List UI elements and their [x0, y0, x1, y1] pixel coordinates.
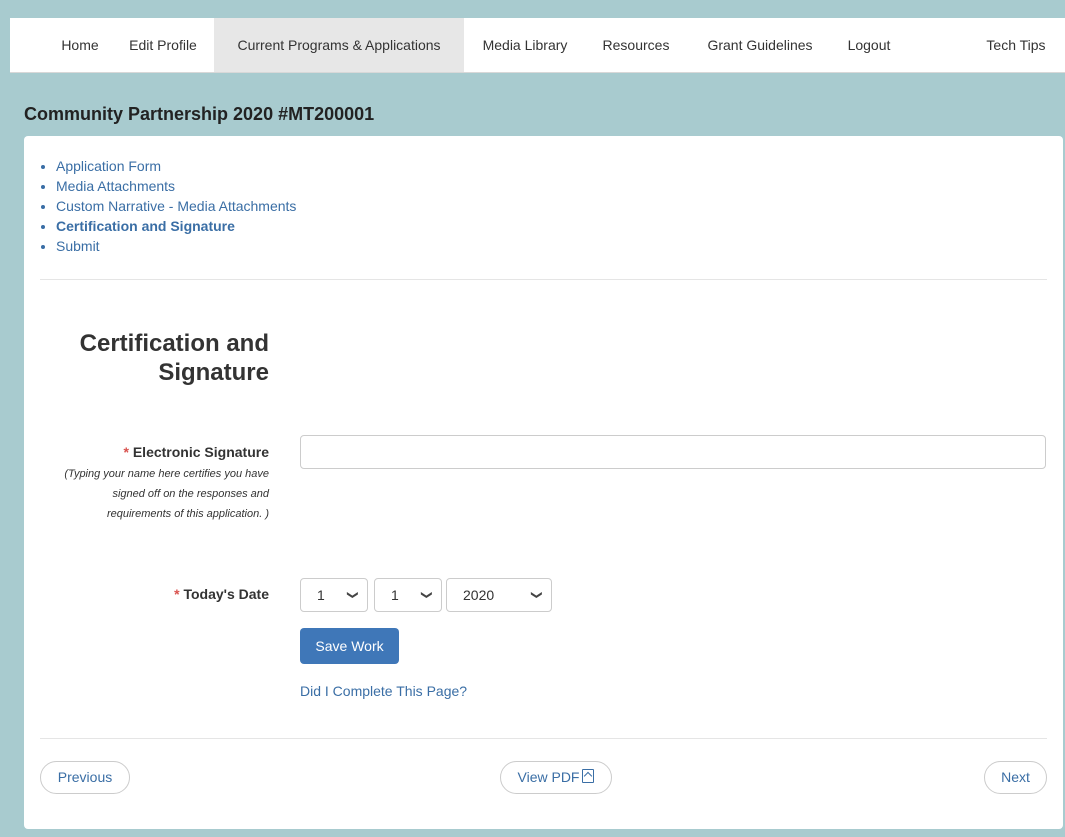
view-pdf-label: View PDF — [517, 769, 580, 785]
pdf-icon — [582, 769, 595, 783]
step-submit[interactable]: Submit — [56, 238, 100, 254]
year-value: 2020 — [463, 587, 495, 603]
signature-hint-line: requirements of this application. ) — [106, 508, 269, 520]
month-value: 1 — [317, 587, 325, 603]
step-application-form[interactable]: Application Form — [56, 158, 161, 174]
nav-tech-tips[interactable]: Tech Tips — [976, 18, 1056, 72]
step-item: Certification and Signature — [56, 216, 296, 236]
section-title-line: Certification and — [79, 330, 269, 357]
nav-grant-guidelines[interactable]: Grant Guidelines — [698, 18, 822, 72]
signature-label: * Electronic Signature — [124, 444, 270, 460]
divider — [40, 738, 1047, 739]
step-item: Media Attachments — [56, 176, 296, 196]
step-item: Submit — [56, 236, 296, 256]
step-custom-narrative[interactable]: Custom Narrative - Media Attachments — [56, 198, 296, 214]
page-title: Community Partnership 2020 #MT200001 — [24, 104, 375, 124]
nav-media-library[interactable]: Media Library — [472, 18, 578, 72]
month-select[interactable]: 1 ❯ — [300, 578, 368, 612]
date-label-text: Today's Date — [183, 586, 269, 602]
section-title: Certification and Signature — [9, 329, 269, 387]
did-i-complete-link[interactable]: Did I Complete This Page? — [300, 683, 467, 699]
application-steps: Application Form Media Attachments Custo… — [38, 156, 296, 256]
section-title-line: Signature — [158, 359, 269, 386]
save-work-button[interactable]: Save Work — [300, 628, 399, 664]
signature-label-text: Electronic Signature — [132, 444, 269, 460]
application-panel: Application Form Media Attachments Custo… — [24, 136, 1063, 829]
top-navigation: Home Edit Profile Current Programs & App… — [10, 18, 1065, 73]
chevron-down-icon: ❯ — [420, 590, 433, 600]
year-select[interactable]: 2020 ❯ — [446, 578, 552, 612]
signature-hint-line: (Typing your name here certifies you hav… — [64, 468, 269, 480]
next-button[interactable]: Next — [984, 761, 1047, 794]
nav-edit-profile[interactable]: Edit Profile — [120, 18, 206, 72]
nav-current-programs[interactable]: Current Programs & Applications — [214, 18, 464, 72]
step-media-attachments[interactable]: Media Attachments — [56, 178, 175, 194]
date-label: * Today's Date — [174, 586, 269, 602]
step-item: Custom Narrative - Media Attachments — [56, 196, 296, 216]
day-value: 1 — [391, 587, 399, 603]
nav-resources[interactable]: Resources — [592, 18, 680, 72]
signature-hint: (Typing your name here certifies you hav… — [29, 464, 269, 524]
view-pdf-button[interactable]: View PDF — [500, 761, 612, 794]
divider — [40, 279, 1047, 280]
required-marker: * — [123, 444, 129, 460]
chevron-down-icon: ❯ — [530, 590, 543, 600]
nav-home[interactable]: Home — [56, 18, 104, 72]
step-item: Application Form — [56, 156, 296, 176]
nav-logout[interactable]: Logout — [836, 18, 902, 72]
required-marker: * — [174, 586, 180, 602]
chevron-down-icon: ❯ — [346, 590, 359, 600]
signature-hint-line: signed off on the responses and — [112, 488, 269, 500]
electronic-signature-input[interactable] — [300, 435, 1046, 469]
previous-button[interactable]: Previous — [40, 761, 130, 794]
day-select[interactable]: 1 ❯ — [374, 578, 442, 612]
step-certification-signature[interactable]: Certification and Signature — [56, 218, 235, 234]
